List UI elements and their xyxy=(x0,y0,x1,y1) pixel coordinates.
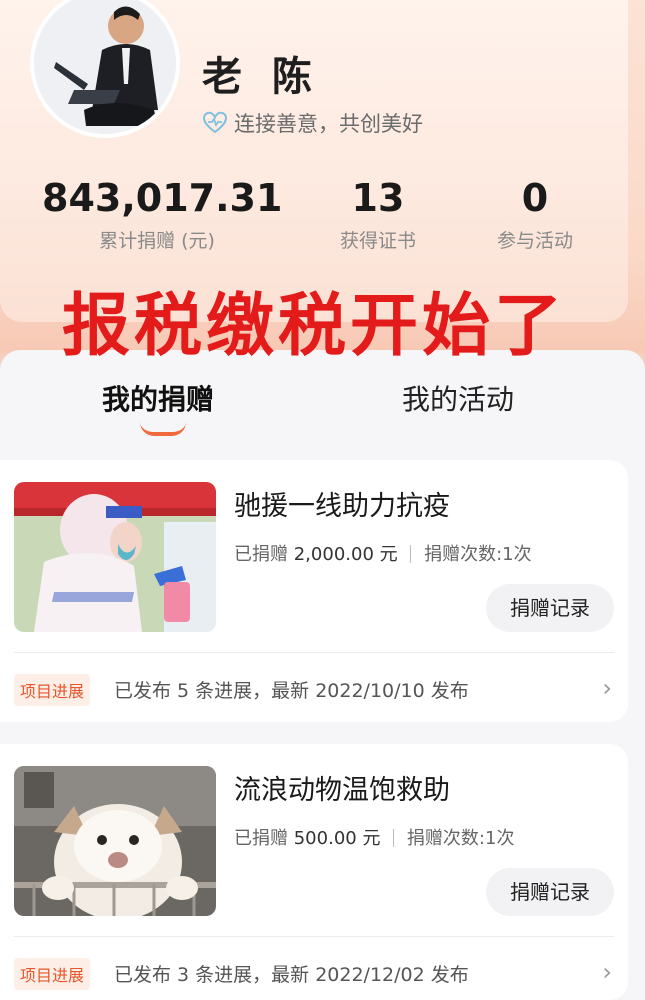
donation-record-button[interactable]: 捐赠记录 xyxy=(486,584,614,632)
divider xyxy=(393,829,395,847)
heart-pulse-icon xyxy=(202,111,228,134)
donation-card[interactable]: 流浪动物温饱救助 已捐赠 500.00 元 捐赠次数:1次 捐赠记录 项目进展 … xyxy=(0,744,628,1000)
stat-value: 0 xyxy=(521,176,549,220)
stat-value: 13 xyxy=(351,176,405,220)
project-progress-row[interactable]: 项目进展 已发布 3 条进展，最新 2022/12/02 发布 › xyxy=(14,958,614,990)
donation-meta: 已捐赠 2,000.00 元 捐赠次数:1次 xyxy=(234,540,532,566)
slogan: 连接善意，共创美好 xyxy=(234,112,423,136)
divider xyxy=(410,545,412,563)
amount-label: 已捐赠 xyxy=(234,544,288,565)
stat-activities[interactable]: 0 参与活动 xyxy=(480,176,590,253)
stat-total-donation[interactable]: 843,017.31 累计捐赠 (元) xyxy=(42,176,283,253)
tab-my-activities[interactable]: 我的活动 xyxy=(402,378,514,418)
card-divider xyxy=(14,652,614,653)
user-name: 老 陈 xyxy=(202,54,320,100)
avatar[interactable] xyxy=(30,0,180,138)
amount-value: 2,000.00 元 xyxy=(293,544,398,565)
tab-my-donations[interactable]: 我的捐赠 xyxy=(102,378,214,418)
donation-count: 捐赠次数:1次 xyxy=(424,544,532,565)
avatar-image xyxy=(34,0,176,134)
stat-label: 累计捐赠 (元) xyxy=(99,230,215,252)
project-title: 流浪动物温饱救助 xyxy=(234,775,450,806)
project-title: 驰援一线助力抗疫 xyxy=(234,491,450,522)
stat-label: 获得证书 xyxy=(339,230,416,252)
donation-count: 捐赠次数:1次 xyxy=(406,828,515,849)
project-thumbnail xyxy=(14,482,216,632)
stat-label: 参与活动 xyxy=(496,230,573,252)
chevron-right-icon: › xyxy=(602,958,612,986)
progress-text: 已发布 3 条进展，最新 2022/12/02 发布 xyxy=(114,964,469,986)
donation-panel: 我的捐赠 我的活动 驰援一线助力抗疫 已捐赠 2,000.00 元 捐赠次数:1… xyxy=(0,350,645,1000)
progress-badge: 项目进展 xyxy=(14,958,91,990)
project-thumbnail xyxy=(14,766,216,916)
medical-worker-image xyxy=(14,482,216,632)
donation-card[interactable]: 驰援一线助力抗疫 已捐赠 2,000.00 元 捐赠次数:1次 捐赠记录 项目进… xyxy=(0,460,628,722)
donation-record-button[interactable]: 捐赠记录 xyxy=(486,868,614,916)
slogan-row: 连接善意，共创美好 xyxy=(202,108,423,138)
progress-badge: 项目进展 xyxy=(14,674,91,706)
project-progress-row[interactable]: 项目进展 已发布 5 条进展，最新 2022/10/10 发布 › xyxy=(14,674,614,706)
active-tab-indicator xyxy=(140,422,186,436)
donation-meta: 已捐赠 500.00 元 捐赠次数:1次 xyxy=(234,824,514,850)
amount-value: 500.00 元 xyxy=(293,828,381,849)
stray-dog-image xyxy=(14,766,216,916)
overlay-caption: 报税缴税开始了 xyxy=(62,287,567,366)
progress-text: 已发布 5 条进展，最新 2022/10/10 发布 xyxy=(114,680,469,702)
amount-label: 已捐赠 xyxy=(234,828,288,849)
chevron-right-icon: › xyxy=(602,674,612,702)
card-divider xyxy=(14,936,614,937)
stat-value: 843,017.31 xyxy=(42,176,283,220)
stat-certificates[interactable]: 13 获得证书 xyxy=(318,176,438,253)
